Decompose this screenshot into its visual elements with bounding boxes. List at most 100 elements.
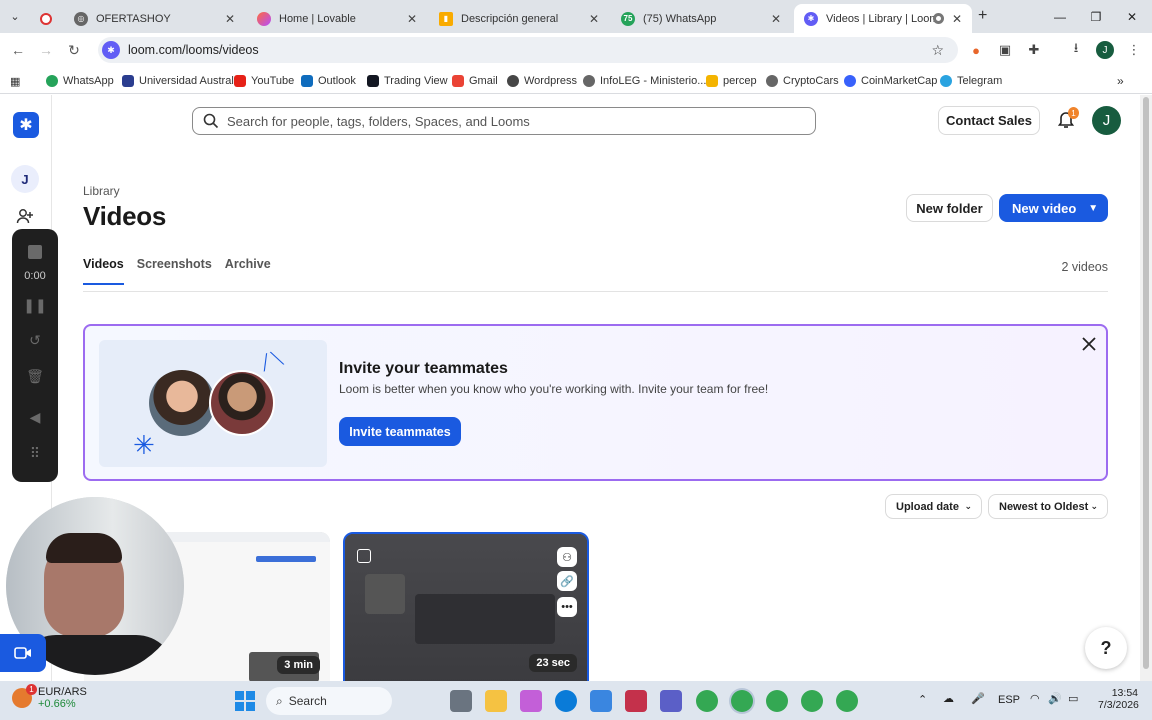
taskbar-search[interactable]: ⌕ Search [266,687,392,715]
tab-archive[interactable]: Archive [225,257,271,285]
bookmark-outlook[interactable]: Outlook [301,72,356,90]
chrome-profile-icon[interactable] [836,690,858,712]
add-person-icon[interactable] [16,207,34,225]
user-avatar[interactable]: J [1092,106,1121,135]
stop-recording-icon[interactable] [28,245,42,259]
new-tab-icon[interactable]: + [978,7,987,25]
close-tab-icon[interactable]: ✕ [952,12,962,26]
microphone-icon[interactable]: 🎤 [971,692,985,705]
restore-icon[interactable]: ❐ [1078,0,1114,33]
camera-toggle-button[interactable] [0,634,46,672]
bookmark-whatsapp[interactable]: WhatsApp [46,72,114,90]
battery-icon[interactable]: ▭ [1068,692,1078,705]
bookmark-percep[interactable]: percep [706,72,757,90]
drag-handle-icon[interactable]: ⠿ [12,445,58,462]
extension-media-icon[interactable]: ▣ [995,40,1015,60]
mute-icon[interactable]: ◀ [12,409,58,426]
weather-widget[interactable]: 1 EUR/ARS +0.66% [12,684,87,710]
help-button[interactable]: ? [1085,627,1127,669]
onedrive-icon[interactable]: ☁ [943,692,954,705]
close-tab-icon[interactable]: ✕ [407,12,417,26]
invite-teammates-button[interactable]: Invite teammates [339,417,461,446]
bookmark-infoleg[interactable]: InfoLEG - Ministerio... [583,72,706,90]
chrome-profile-icon[interactable] [766,690,788,712]
pause-icon[interactable]: ❚❚ [12,297,58,314]
scrollbar-thumb[interactable] [1143,97,1149,669]
bookmark-coinmarketcap[interactable]: CoinMarketCap [844,72,937,90]
select-checkbox[interactable] [357,549,371,563]
bookmark-youtube[interactable]: YouTube [234,72,294,90]
tab-search-dropdown-icon[interactable]: ⌄ [0,0,30,33]
recording-indicator-icon [933,13,944,24]
tray-chevron-up-icon[interactable]: ⌃ [918,693,927,706]
chrome-icon[interactable] [696,690,718,712]
apps-grid-icon[interactable]: ▦ [10,72,20,90]
new-folder-button[interactable]: New folder [906,194,993,222]
workspace-avatar[interactable]: J [11,165,39,193]
close-tab-icon[interactable]: ✕ [225,12,235,26]
menu-kebab-icon[interactable]: ⋮ [1124,40,1144,60]
chrome-active-icon[interactable] [731,690,753,712]
page-scrollbar[interactable] [1140,95,1152,681]
sort-order-dropdown[interactable]: Newest to Oldest ⌄ [988,494,1108,519]
tab-whatsapp[interactable]: 75 (75) WhatsApp ✕ [611,4,791,33]
close-icon[interactable] [1081,336,1099,354]
address-bar[interactable]: ✱ loom.com/looms/videos ☆ [98,37,958,63]
divider [83,291,1108,292]
download-icon[interactable]: ⭳ [1066,40,1086,60]
search-input[interactable]: Search for people, tags, folders, Spaces… [192,107,816,135]
delete-icon[interactable]: 🗑 [12,368,58,385]
file-explorer-icon[interactable] [485,690,507,712]
edge-icon[interactable] [555,690,577,712]
language-indicator[interactable]: ESP [998,694,1020,706]
close-tab-icon[interactable]: ✕ [589,12,599,26]
tab-ofertashoy[interactable]: ◎ OFERTASHOY ✕ [30,4,245,33]
copy-link-icon[interactable]: 🔗 [557,571,577,591]
tab-screenshots[interactable]: Screenshots [137,257,212,285]
copilot-icon[interactable] [520,690,542,712]
more-bookmarks-icon[interactable]: » [1117,72,1124,90]
forward-icon[interactable]: → [32,33,60,67]
tab-videos[interactable]: Videos [83,257,124,285]
bookmark-cryptocars[interactable]: CryptoCars [766,72,839,90]
bookmark-wordpress[interactable]: Wordpress [507,72,577,90]
clock[interactable]: 13:54 7/3/2026 [1098,687,1139,711]
bookmark-tradingview[interactable]: Trading View [367,72,448,90]
tab-loom[interactable]: ✱ Videos | Library | Loom ✕ [794,4,972,33]
reload-icon[interactable]: ↻ [60,33,88,67]
tab-lovable[interactable]: Home | Lovable ✕ [247,4,427,33]
breadcrumb[interactable]: Library [83,184,120,198]
chrome-profile-icon[interactable] [801,690,823,712]
wifi-icon[interactable]: ◠ [1030,692,1040,705]
store-icon[interactable] [590,690,612,712]
youtube-icon [234,75,246,87]
restart-icon[interactable]: ↺ [12,332,58,349]
more-options-icon[interactable]: ••• [557,597,577,617]
bookmark-universidad-austral[interactable]: Universidad Austral [122,72,234,90]
loom-logo-icon[interactable]: ✱ [13,112,39,138]
bookmark-gmail[interactable]: Gmail [452,72,498,90]
close-window-icon[interactable]: ✕ [1114,0,1150,33]
site-info-icon[interactable]: ✱ [102,41,120,59]
profile-avatar[interactable]: J [1096,41,1114,59]
access-icon[interactable] [625,690,647,712]
teams-icon[interactable] [660,690,682,712]
minimize-icon[interactable]: — [1042,0,1078,33]
contact-sales-button[interactable]: Contact Sales [938,106,1040,135]
volume-icon[interactable]: 🔊 [1048,692,1062,705]
extensions-puzzle-icon[interactable]: ✚ [1024,40,1044,60]
task-view-icon[interactable] [450,690,472,712]
windows-start-icon[interactable] [234,690,256,712]
close-tab-icon[interactable]: ✕ [771,12,781,26]
bookmark-telegram[interactable]: Telegram [940,72,1002,90]
tab-analytics[interactable]: ▮ Descripción general ✕ [429,4,609,33]
new-video-button[interactable]: New video ▼ [999,194,1108,222]
sort-field-dropdown[interactable]: Upload date ⌄ [885,494,982,519]
back-icon[interactable]: ← [4,33,32,67]
tab-label: Descripción general [461,12,559,25]
video-card[interactable]: ⚇ 🔗 ••• 23 sec [343,532,589,681]
bookmark-star-icon[interactable]: ☆ [931,42,944,59]
extension-flame-icon[interactable]: ● [966,40,986,60]
chevron-down-icon[interactable]: ▼ [1088,203,1098,214]
share-person-icon[interactable]: ⚇ [557,547,577,567]
